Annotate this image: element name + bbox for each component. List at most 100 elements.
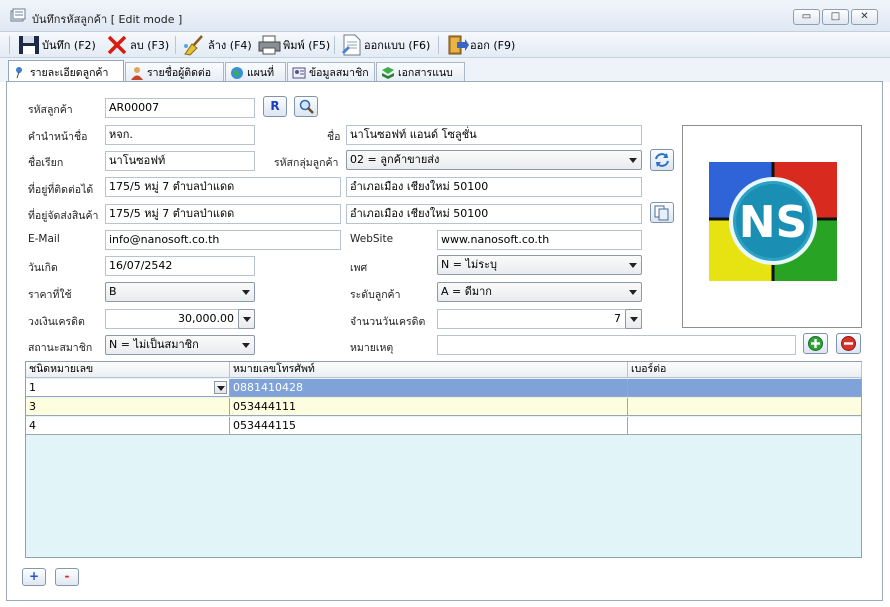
search-button[interactable] xyxy=(294,96,318,117)
save-button[interactable]: บันทึก (F2) xyxy=(18,34,96,56)
tab-customer-detail[interactable]: รายละเอียดลูกค้า xyxy=(8,60,124,83)
minus-circle-icon xyxy=(841,336,856,351)
customer-code-label: รหัสลูกค้า xyxy=(28,104,73,116)
row-phone-cell[interactable]: 053444111 xyxy=(230,398,628,416)
tab-contacts[interactable]: รายชื่อผู้ติดต่อ xyxy=(125,62,224,82)
price-value: B xyxy=(109,285,117,298)
tab-label: รายชื่อผู้ติดต่อ xyxy=(147,67,212,79)
exit-button[interactable]: ออก (F9) xyxy=(446,34,515,56)
toolbar: บันทึก (F2) ลบ (F3) ล้าง (F4) พิมพ์ (F5)… xyxy=(0,32,890,58)
birthdate-label: วันเกิด xyxy=(28,262,58,274)
add-row-button[interactable]: + xyxy=(22,568,46,586)
minimize-button[interactable]: ▭ xyxy=(793,9,820,25)
table-row[interactable]: 1 0881410428 xyxy=(26,379,862,398)
gender-value: N = ไม่ระบุ xyxy=(441,258,498,271)
email-field[interactable]: info@nanosoft.co.th xyxy=(105,230,341,250)
row-ext-cell[interactable] xyxy=(628,379,862,397)
add-phone-button[interactable] xyxy=(803,333,828,354)
row-type-cell[interactable]: 1 xyxy=(26,379,230,397)
price-label: ราคาที่ใช้ xyxy=(28,289,72,301)
refresh-icon xyxy=(655,153,669,167)
contact-address-line1[interactable]: 175/5 หมู่ 7 ตำบลป่าแดด xyxy=(105,177,341,197)
prefix-label: คำนำหน้าชื่อ xyxy=(28,131,88,143)
customer-photo[interactable]: NS xyxy=(682,125,862,328)
table-row[interactable]: 4 053444115 xyxy=(26,417,862,436)
app-icon xyxy=(10,8,26,22)
contact-address-line2[interactable]: อำเภอเมือง เชียงใหม่ 50100 xyxy=(346,177,642,197)
design-label: ออกแบบ (F6) xyxy=(364,39,431,52)
ns-logo-image: NS xyxy=(709,162,837,281)
ship-address-line1[interactable]: 175/5 หมู่ 7 ตำบลป่าแดด xyxy=(105,204,341,224)
close-button[interactable]: ✕ xyxy=(851,9,878,25)
row-type-cell[interactable]: 4 xyxy=(26,417,230,435)
clear-label: ล้าง (F4) xyxy=(208,39,252,52)
member-select[interactable]: N = ไม่เป็นสมาชิก xyxy=(105,335,255,355)
level-select[interactable]: A = ดีมาก xyxy=(437,282,642,302)
refresh-button[interactable] xyxy=(650,149,674,171)
price-select[interactable]: B xyxy=(105,282,255,302)
name-field[interactable]: นาโนซอฟท์ แอนด์ โซลูชั่น xyxy=(346,125,642,145)
column-header-type[interactable]: ชนิดหมายเลข xyxy=(26,362,230,378)
row-phone-cell[interactable]: 053444115 xyxy=(230,417,628,435)
tab-label: แผนที่ xyxy=(247,67,275,79)
r-button[interactable]: R xyxy=(263,96,287,117)
contact-address-label: ที่อยู่ที่ติดต่อได้ xyxy=(28,184,94,196)
design-button[interactable]: ออกแบบ (F6) xyxy=(340,34,430,56)
column-header-phone[interactable]: หมายเลขโทรศัพท์ xyxy=(230,362,628,378)
note-label: หมายเหตุ xyxy=(350,342,394,354)
phone-grid: ชนิดหมายเลข หมายเลขโทรศัพท์ เบอร์ต่อ 1 0… xyxy=(25,361,862,558)
row-ext-cell[interactable] xyxy=(628,398,862,416)
credit-days-field[interactable]: 7 xyxy=(437,309,642,329)
delete-button[interactable]: ลบ (F3) xyxy=(106,34,169,56)
level-value: A = ดีมาก xyxy=(441,285,492,298)
clear-button[interactable]: ล้าง (F4) xyxy=(182,34,252,56)
id-card-icon xyxy=(292,67,306,78)
remove-row-button[interactable]: - xyxy=(55,568,79,586)
credit-days-label: จำนวนวันเครดิต xyxy=(350,316,426,328)
broom-icon xyxy=(184,35,203,56)
gender-label: เพศ xyxy=(350,262,368,274)
credit-field[interactable]: 30,000.00 xyxy=(105,309,255,329)
window-title: บันทึกรหัสลูกค้า [ Edit mode ] xyxy=(32,13,183,26)
credit-days-dropdown[interactable] xyxy=(625,309,642,329)
logo-lettering: NS xyxy=(739,197,808,248)
customer-code-field[interactable]: AR00007 xyxy=(105,98,255,118)
table-row[interactable]: 3 053444111 xyxy=(26,398,862,417)
member-label: สถานะสมาชิก xyxy=(28,342,93,354)
prefix-field[interactable]: หจก. xyxy=(105,125,255,145)
floppy-icon xyxy=(19,36,39,54)
ship-address-line2[interactable]: อำเภอเมือง เชียงใหม่ 50100 xyxy=(346,204,642,224)
delete-label: ลบ (F3) xyxy=(130,39,170,52)
row-ext-cell[interactable] xyxy=(628,417,862,435)
x-icon xyxy=(107,35,127,55)
tab-attachments[interactable]: เอกสารแนบ xyxy=(376,62,465,82)
level-label: ระดับลูกค้า xyxy=(350,289,401,301)
birthdate-field[interactable]: 16/07/2542 xyxy=(105,256,255,276)
print-label: พิมพ์ (F5) xyxy=(283,39,331,52)
plus-circle-icon xyxy=(808,336,823,351)
column-header-ext[interactable]: เบอร์ต่อ xyxy=(628,362,862,378)
group-select[interactable]: 02 = ลูกค้าขายส่ง xyxy=(346,150,642,170)
website-label: WebSite xyxy=(350,233,394,245)
print-button[interactable]: พิมพ์ (F5) xyxy=(257,34,330,56)
document-icon xyxy=(342,34,361,56)
remove-phone-button[interactable] xyxy=(836,333,861,354)
nickname-field[interactable]: นาโนซอฟท์ xyxy=(105,151,255,171)
restore-button[interactable]: □ xyxy=(822,9,849,25)
credit-dropdown[interactable] xyxy=(238,309,255,329)
nickname-label: ชื่อเรียก xyxy=(28,157,64,169)
row-type-dropdown[interactable] xyxy=(214,381,227,394)
note-field[interactable] xyxy=(437,335,796,355)
copy-address-button[interactable] xyxy=(650,202,674,223)
website-field[interactable]: www.nanosoft.co.th xyxy=(437,230,642,250)
row-type-cell[interactable]: 3 xyxy=(26,398,230,416)
book-icon xyxy=(382,66,394,79)
tab-label: รายละเอียดลูกค้า xyxy=(30,66,109,79)
group-label: รหัสกลุ่มลูกค้า xyxy=(274,157,339,169)
pin-icon xyxy=(16,67,22,79)
tab-member-info[interactable]: ข้อมูลสมาชิก xyxy=(287,62,375,82)
gender-select[interactable]: N = ไม่ระบุ xyxy=(437,255,642,275)
tab-map[interactable]: แผนที่ xyxy=(225,62,286,82)
row-phone-cell[interactable]: 0881410428 xyxy=(230,379,628,397)
email-label: E-Mail xyxy=(28,233,60,245)
